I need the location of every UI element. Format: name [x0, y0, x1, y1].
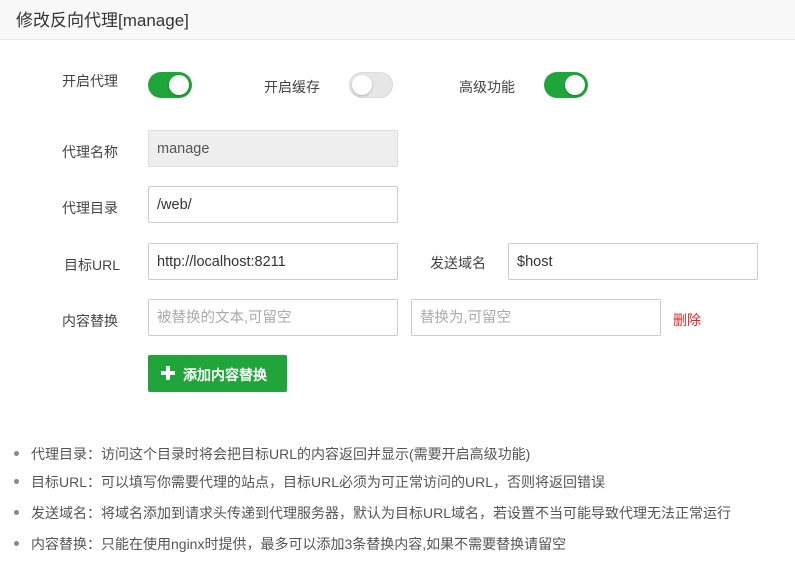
proxy-toggle-label: 开启代理: [62, 73, 118, 89]
tip-text: 代理目录：访问这个目录时将会把目标URL的内容返回并显示(需要开启高级功能): [31, 446, 531, 462]
delete-replace-link[interactable]: 删除: [673, 310, 701, 330]
proxy-name-input[interactable]: [148, 130, 398, 167]
target-url-label: 目标URL: [64, 257, 121, 273]
advanced-toggle[interactable]: [544, 72, 588, 98]
tip-text: 发送域名：将域名添加到请求头传递到代理服务器，默认为目标URL域名，若设置不当可…: [31, 505, 732, 521]
advanced-toggle-label: 高级功能: [459, 79, 515, 95]
tip-text: 目标URL：可以填写你需要代理的站点，目标URL必须为可正常访问的URL，否则将…: [31, 474, 606, 490]
add-content-replace-button[interactable]: 添加内容替换: [148, 355, 287, 392]
send-domain-input[interactable]: [508, 243, 758, 280]
proxy-toggle[interactable]: [148, 72, 192, 98]
proxy-dir-input[interactable]: [148, 186, 398, 223]
cache-toggle-label: 开启缓存: [264, 79, 320, 95]
proxy-dir-label: 代理目录: [62, 200, 118, 216]
plus-icon: [161, 366, 175, 380]
proxy-name-label: 代理名称: [62, 144, 118, 160]
replace-from-input[interactable]: [148, 299, 398, 336]
bullet-icon: [14, 541, 19, 546]
toggle-knob: [169, 75, 189, 95]
bullet-icon: [14, 479, 19, 484]
bullet-icon: [14, 510, 19, 515]
add-button-label: 添加内容替换: [183, 367, 267, 383]
dialog-titlebar: 修改反向代理[manage]: [0, 0, 795, 40]
toggle-knob: [565, 75, 585, 95]
send-domain-label: 发送域名: [430, 255, 486, 271]
dialog-title: 修改反向代理[manage]: [16, 11, 189, 30]
cache-toggle[interactable]: [349, 72, 393, 98]
tip-text: 内容替换：只能在使用nginx时提供，最多可以添加3条替换内容,如果不需要替换请…: [31, 536, 567, 552]
replace-to-input[interactable]: [411, 299, 661, 336]
toggle-knob: [352, 75, 372, 95]
bullet-icon: [14, 451, 19, 456]
target-url-input[interactable]: [148, 243, 398, 280]
content-replace-label: 内容替换: [62, 313, 118, 329]
